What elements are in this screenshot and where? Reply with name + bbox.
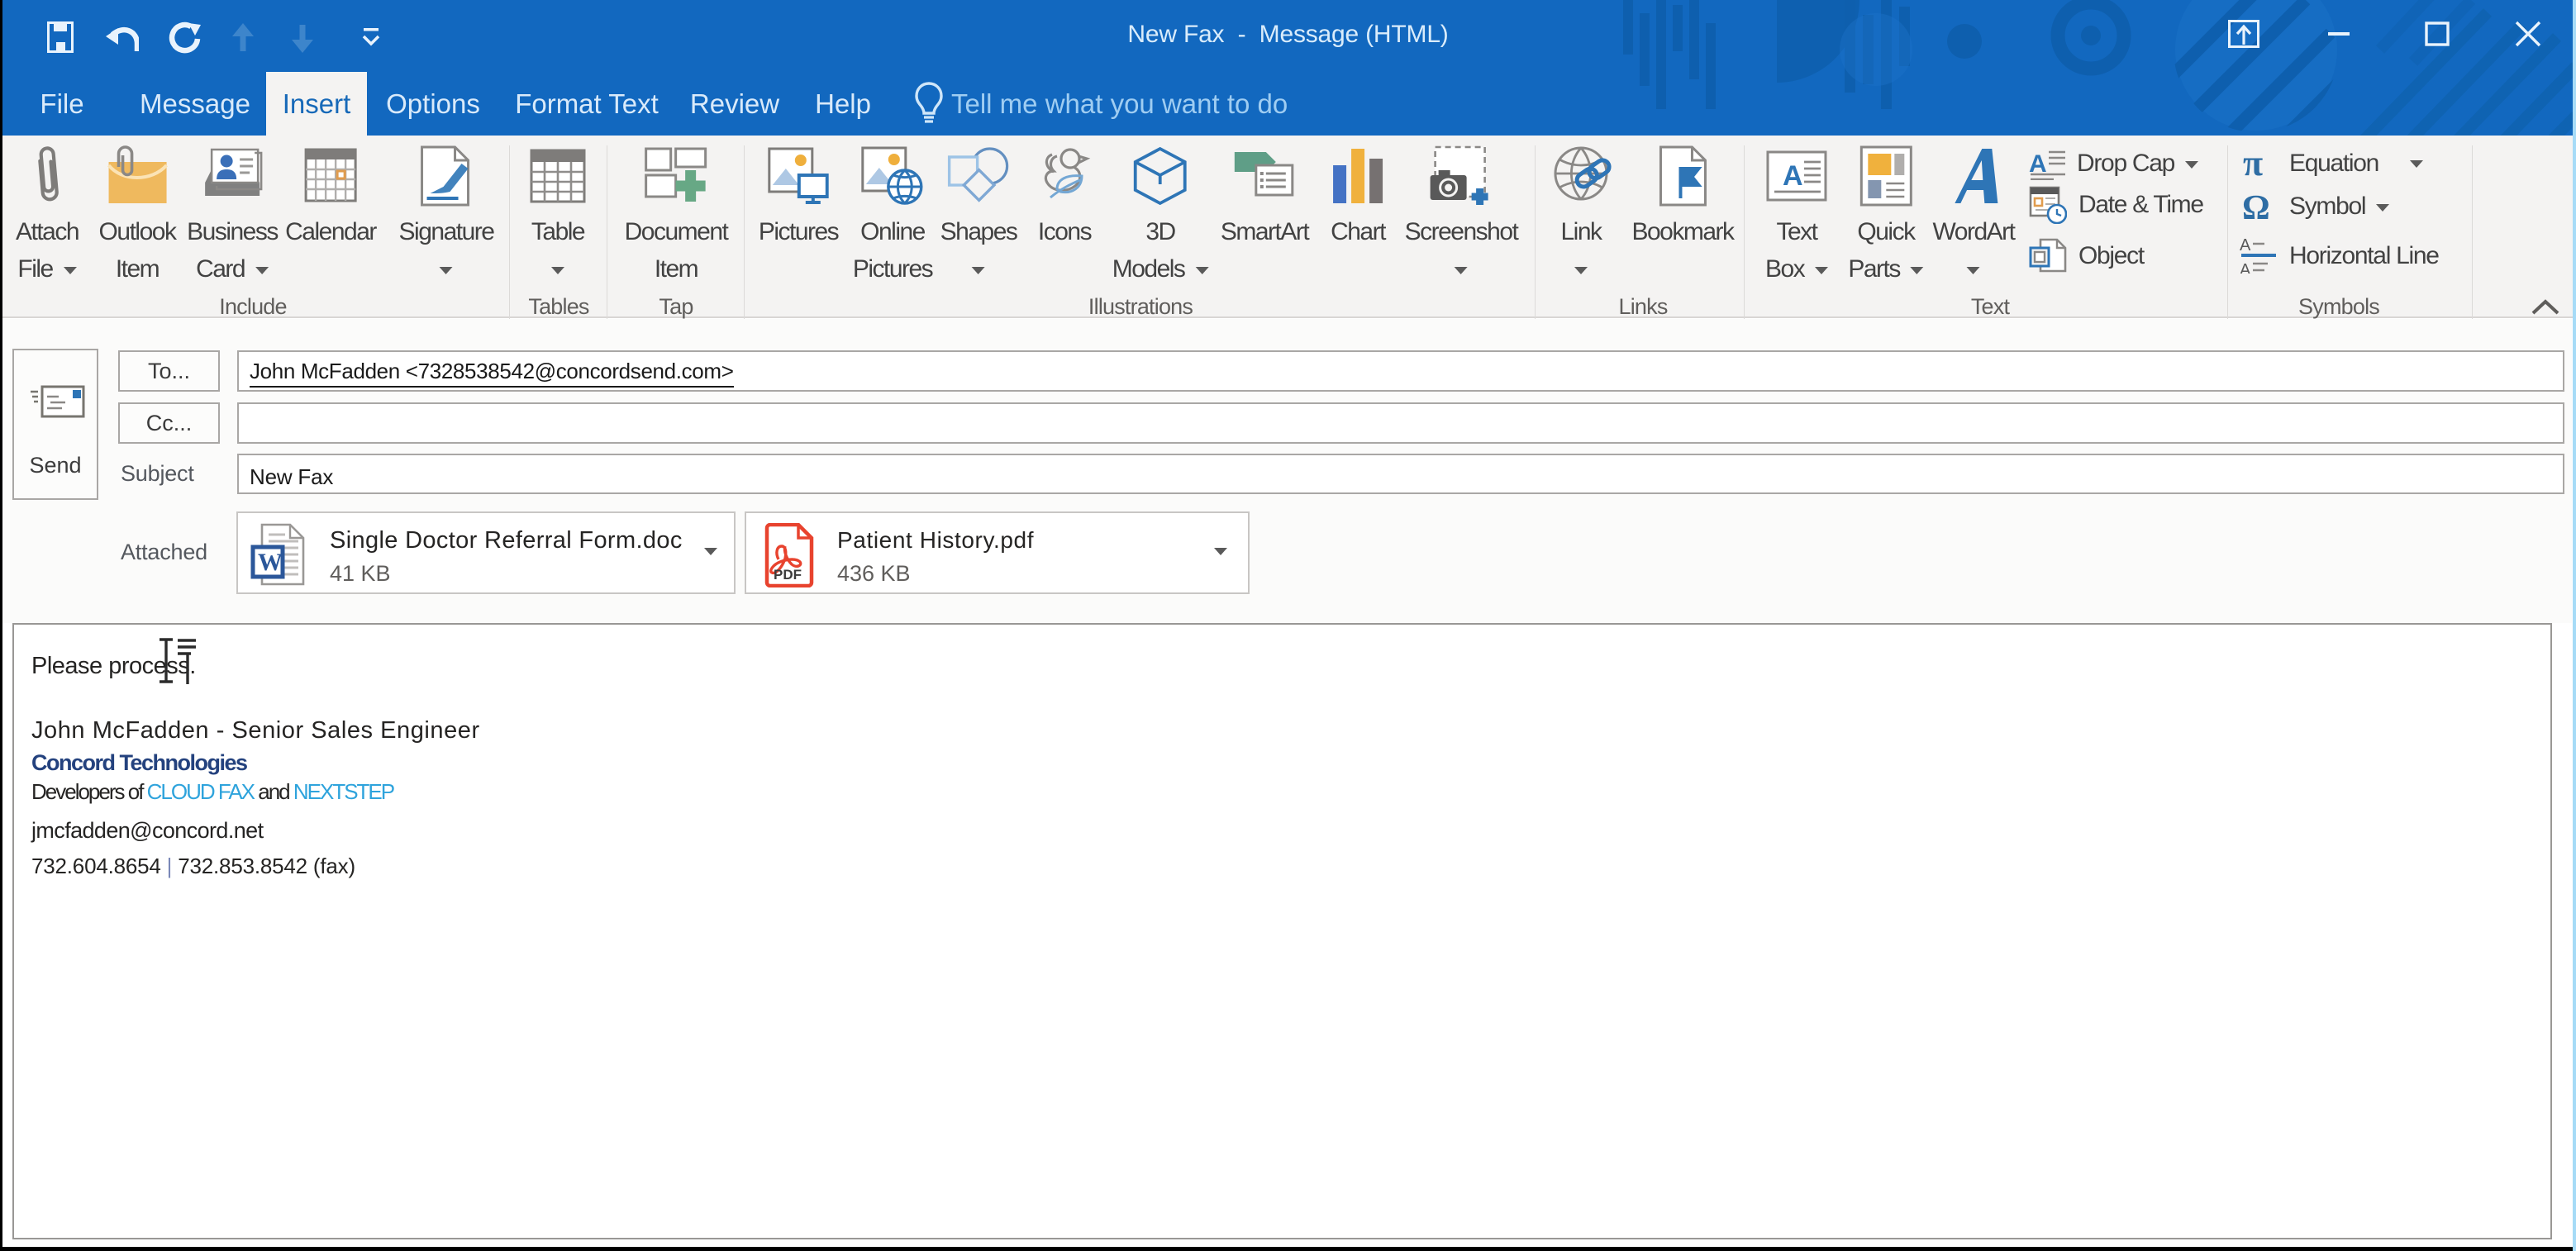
svg-text:Ω: Ω	[2242, 190, 2269, 223]
svg-text:A: A	[2240, 239, 2251, 254]
svg-text:π: π	[2243, 147, 2263, 180]
svg-text:A: A	[1783, 160, 1803, 192]
svg-text:A: A	[2240, 261, 2251, 274]
svg-text:W: W	[258, 549, 283, 576]
svg-text:PDF: PDF	[774, 567, 802, 583]
